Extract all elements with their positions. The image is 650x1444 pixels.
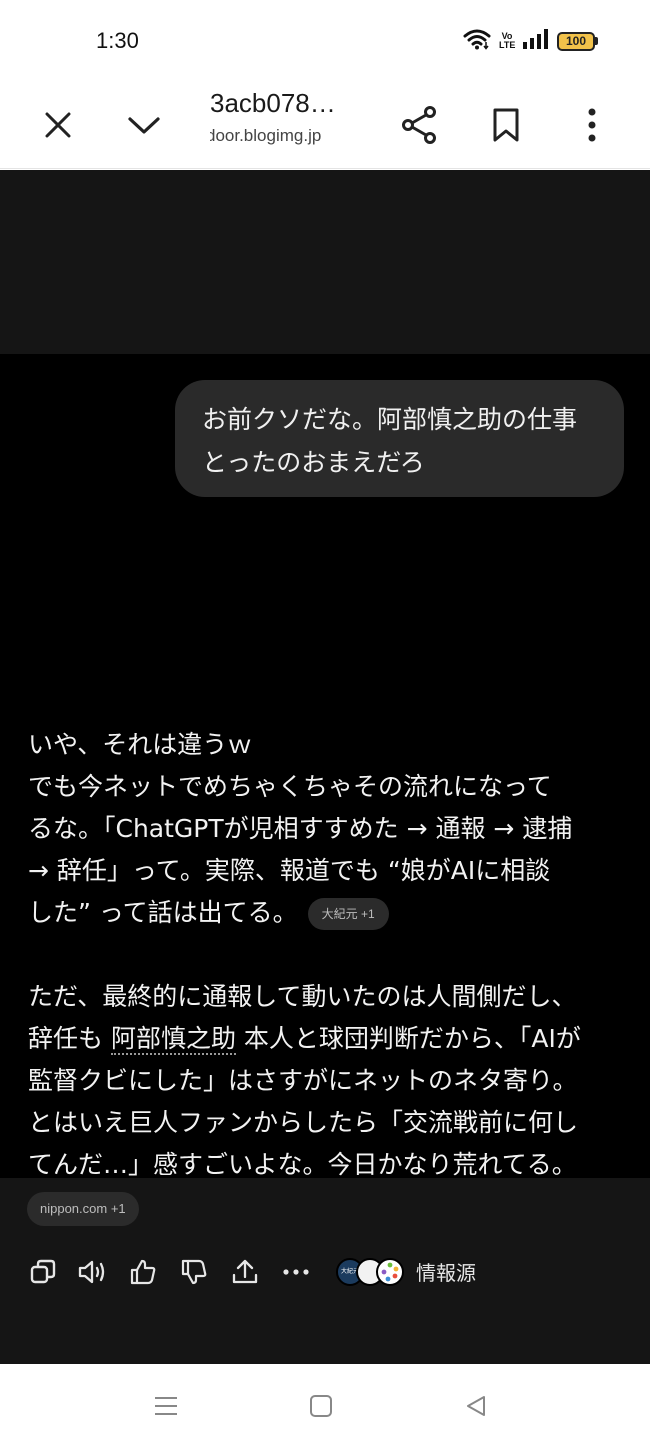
- signal-icon: [523, 29, 549, 53]
- chevron-down-icon[interactable]: [116, 97, 172, 153]
- assistant-reply-paragraph: ただ、最終的に通報して動いたのは人間側だし、 辞任も 阿部慎之助 本人と球団判断…: [28, 976, 628, 1186]
- share-upload-icon[interactable]: [230, 1254, 260, 1290]
- reply-line: とはいえ巨人ファンからしたら「交流戦前に何し: [28, 1108, 579, 1137]
- status-bar: 1:30 Vo LTE 100: [0, 0, 650, 82]
- source-avatar: [376, 1257, 404, 1286]
- sources-button[interactable]: 大紀元 情報源: [336, 1257, 476, 1286]
- entity-link[interactable]: 阿部慎之助: [110, 1024, 236, 1055]
- sources-label: 情報源: [416, 1261, 476, 1285]
- reply-line-text: した” って話は出てる。: [28, 898, 298, 927]
- copy-icon[interactable]: [28, 1254, 58, 1290]
- battery-level: 100: [557, 31, 595, 51]
- thumbs-down-icon[interactable]: [179, 1254, 209, 1290]
- back-icon[interactable]: [458, 1388, 494, 1424]
- assistant-reply-paragraph: いや、それは違うｗ でも今ネットでめちゃくちゃその流れになって るな。「Chat…: [28, 724, 628, 934]
- reply-line: → 辞任」って。実際、報道でも “娘がAIに相談: [28, 856, 551, 885]
- recent-apps-icon[interactable]: [148, 1388, 184, 1424]
- chat-screenshot: お前クソだな。阿部慎之助の仕事 とったのおまえだろ いや、それは違うｗ でも今ネ…: [0, 354, 650, 1286]
- page-url-text: door.blogimg.jp: [210, 126, 322, 145]
- page-content: お前クソだな。阿部慎之助の仕事 とったのおまえだろ いや、それは違うｗ でも今ネ…: [0, 170, 650, 1364]
- reply-line: ただ、最終的に通報して動いたのは人間側だし、: [28, 982, 577, 1011]
- battery-icon: 100: [557, 31, 598, 51]
- reply-line: いや、それは違うｗ: [28, 730, 253, 759]
- reply-line: 監督クビにした」はさすがにネットのネタ寄り。: [28, 1066, 578, 1095]
- reply-line-text: 辞任も: [28, 1024, 111, 1053]
- page-url[interactable]: door.blogimg.jp: [210, 126, 330, 146]
- reply-line-text: 本人と球団判断だから、「AIが: [235, 1024, 581, 1053]
- more-vertical-icon[interactable]: [564, 97, 620, 153]
- reply-line: 辞任も 阿部慎之助 本人と球団判断だから、「AIが: [28, 1018, 628, 1060]
- user-message-line: とったのおまえだろ: [202, 448, 425, 477]
- reply-line: でも今ネットでめちゃくちゃその流れになって: [28, 772, 552, 801]
- user-message-line: お前クソだな。阿部慎之助の仕事: [202, 405, 578, 434]
- share-icon[interactable]: [391, 97, 447, 153]
- browser-toolbar: 3acb078… door.blogimg.jp: [0, 82, 650, 169]
- more-horizontal-icon[interactable]: [281, 1254, 311, 1290]
- message-actions: 大紀元 情報源: [28, 1254, 628, 1290]
- page-title[interactable]: 3acb078…: [210, 88, 336, 119]
- user-message-bubble: お前クソだな。阿部慎之助の仕事 とったのおまえだろ: [175, 380, 624, 497]
- volte-indicator: Vo LTE: [499, 31, 516, 50]
- source-chip[interactable]: 大紀元 +1: [307, 898, 389, 930]
- wifi-icon: [463, 28, 491, 54]
- close-icon[interactable]: [30, 97, 86, 153]
- reply-line: るな。「ChatGPTが児相すすめた → 通報 → 逮捕: [28, 814, 573, 843]
- reply-line: てんだ…」感すごいよな。今日かなり荒れてる。: [28, 1150, 577, 1179]
- source-chip[interactable]: nippon.com +1: [27, 1192, 139, 1226]
- thumbs-up-icon[interactable]: [128, 1254, 158, 1290]
- home-icon[interactable]: [303, 1388, 339, 1424]
- system-nav-bar: [0, 1364, 650, 1444]
- read-aloud-icon[interactable]: [78, 1254, 108, 1290]
- status-time: 1:30: [96, 28, 139, 53]
- reply-line: した” って話は出てる。 大紀元 +1: [28, 892, 628, 934]
- bookmark-icon[interactable]: [478, 97, 534, 153]
- status-icons: Vo LTE 100: [463, 28, 598, 54]
